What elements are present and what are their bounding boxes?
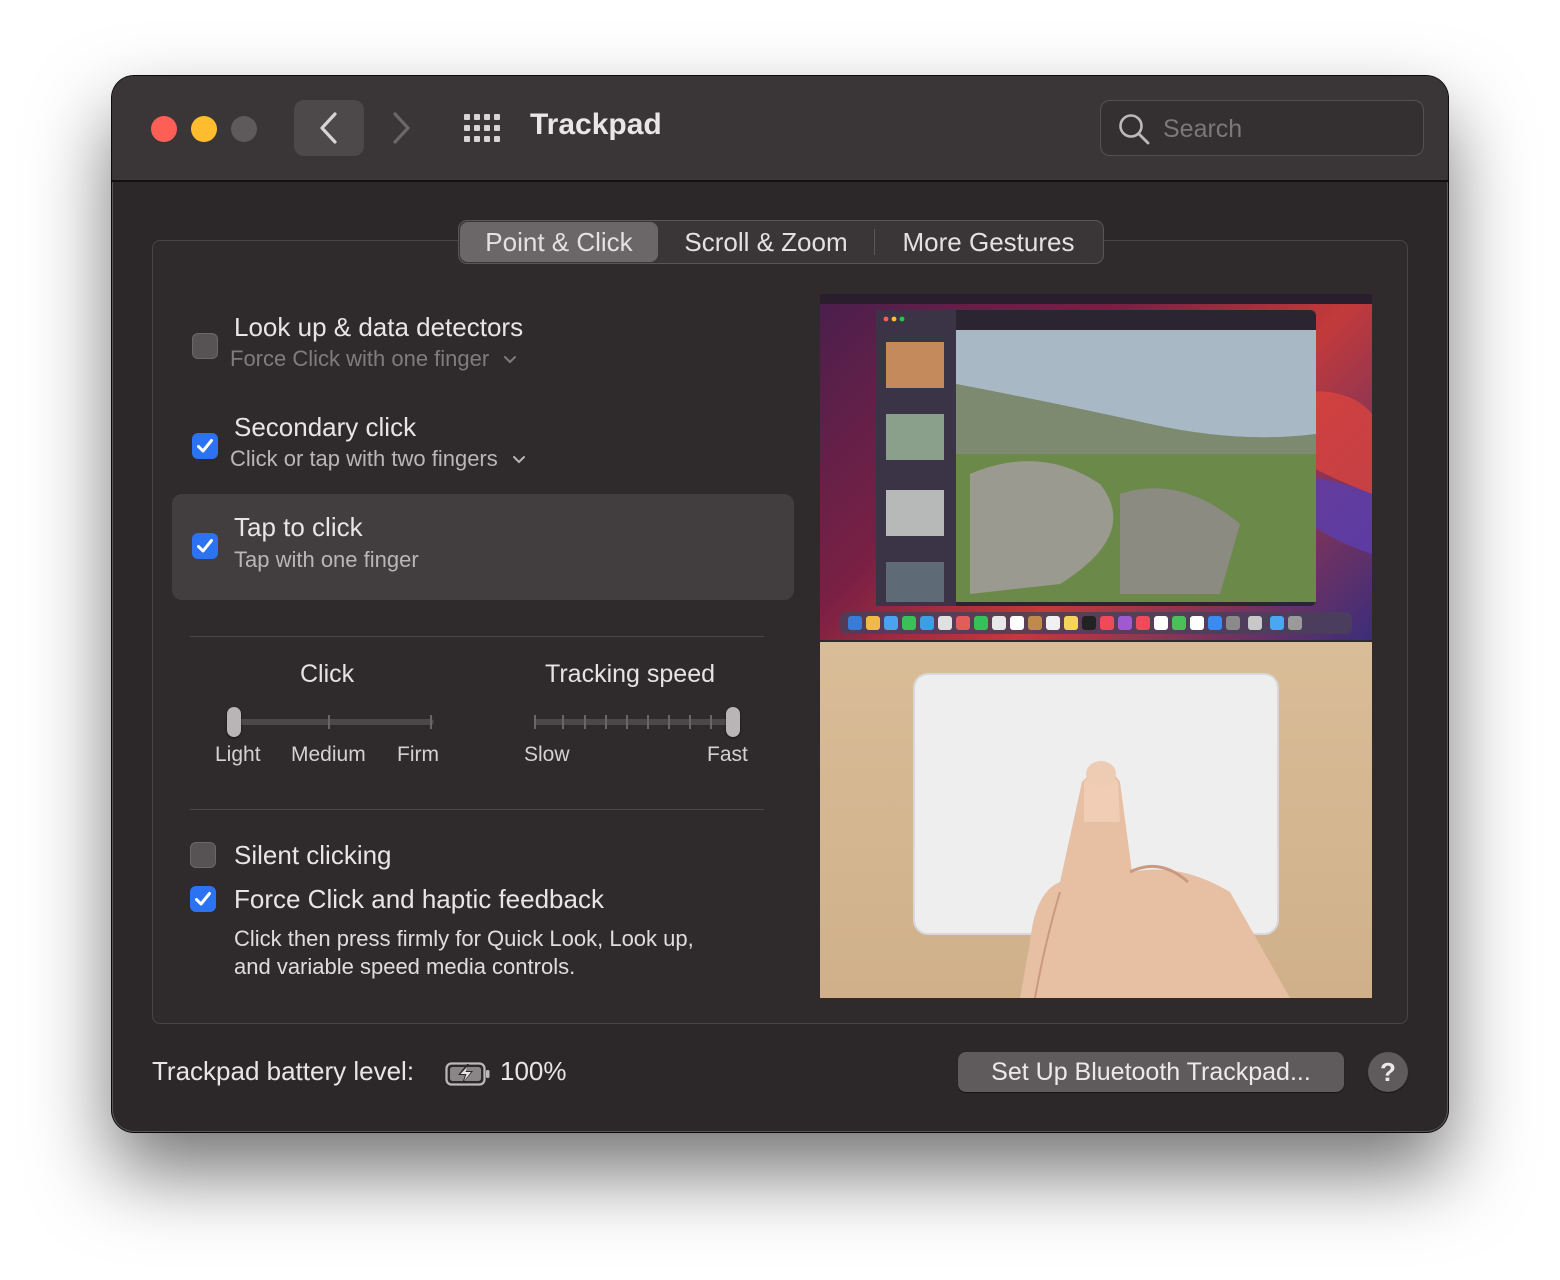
close-button[interactable]: [151, 116, 177, 142]
zoom-button: [231, 116, 257, 142]
click-tick-medium: Medium: [291, 743, 366, 766]
slider-tick: [605, 715, 607, 729]
secondary-click-gesture-value: Click or tap with two fingers: [230, 446, 498, 471]
tap-to-click-sub: Tap with one finger: [234, 547, 419, 572]
force-click-description-line1: Click then press firmly for Quick Look, …: [234, 926, 694, 951]
chevron-left-icon: [320, 112, 337, 144]
gesture-preview-screen: [820, 294, 1372, 640]
tracking-max-label: Fast: [707, 743, 748, 766]
desktop-preview-illustration: [820, 294, 1372, 634]
divider: [190, 809, 764, 810]
gesture-preview-video: [820, 642, 1372, 998]
tab-scroll-zoom[interactable]: Scroll & Zoom: [658, 222, 874, 262]
click-slider-label: Click: [300, 660, 355, 688]
force-click-label: Force Click and haptic feedback: [234, 884, 604, 914]
tab-point-click[interactable]: Point & Click: [460, 222, 658, 262]
trackpad-hand-illustration: [913, 673, 1290, 998]
checkmark-icon: [195, 892, 211, 906]
slider-tick: [562, 715, 564, 729]
slider-tick: [626, 715, 628, 729]
checkmark-icon: [197, 439, 213, 453]
silent-clicking-label: Silent clicking: [234, 840, 392, 870]
secondary-click-checkbox[interactable]: [192, 433, 218, 459]
tab-more-gestures[interactable]: More Gestures: [875, 222, 1101, 262]
battery-charging-icon: [445, 1062, 490, 1086]
trackpad-preferences-window: Trackpad Point & Click Scroll & Zoom Mor…: [112, 76, 1448, 1132]
slider-tick: [689, 715, 691, 729]
lookup-checkbox[interactable]: [192, 333, 218, 359]
slider-tick: [710, 715, 712, 729]
force-click-checkbox[interactable]: [190, 886, 216, 912]
force-click-description-line2: and variable speed media controls.: [234, 954, 576, 979]
slider-tick: [584, 715, 586, 729]
checkmark-icon: [197, 539, 213, 553]
lookup-gesture-popup[interactable]: Force Click with one finger: [230, 346, 517, 372]
slider-tick: [430, 715, 432, 729]
search-field[interactable]: [1100, 100, 1424, 156]
tracking-speed-label: Tracking speed: [545, 660, 715, 688]
tracking-slider-track[interactable]: [534, 719, 734, 725]
slider-tick: [668, 715, 670, 729]
show-all-button[interactable]: [462, 112, 502, 144]
slider-tick: [647, 715, 649, 729]
chevron-right-icon: [393, 112, 410, 144]
slider-tick: [534, 715, 536, 729]
window-title: Trackpad: [530, 108, 662, 141]
secondary-click-label: Secondary click: [234, 412, 417, 442]
click-slider-track[interactable]: [230, 719, 434, 725]
chevron-down-icon: [512, 456, 525, 464]
chevron-down-icon: [504, 356, 517, 364]
tracking-min-label: Slow: [524, 743, 570, 766]
search-icon: [1119, 114, 1150, 145]
help-button[interactable]: ?: [1368, 1052, 1408, 1092]
tracking-slider-knob[interactable]: [726, 707, 740, 737]
secondary-click-gesture-popup[interactable]: Click or tap with two fingers: [230, 446, 526, 472]
silent-clicking-checkbox[interactable]: [190, 842, 216, 868]
click-tick-firm: Firm: [397, 743, 439, 766]
setup-bluetooth-trackpad-button[interactable]: Set Up Bluetooth Trackpad...: [958, 1052, 1344, 1092]
tap-to-click-checkbox[interactable]: [192, 533, 218, 559]
back-button[interactable]: [294, 100, 364, 156]
grid-icon: [464, 114, 500, 142]
tap-to-click-label: Tap to click: [234, 512, 363, 542]
battery-level-label: Trackpad battery level:: [152, 1056, 415, 1086]
lookup-gesture-value: Force Click with one finger: [230, 346, 490, 371]
battery-level-value: 100%: [500, 1056, 567, 1086]
title-bar: Trackpad: [112, 76, 1448, 182]
click-slider-knob[interactable]: [227, 707, 241, 737]
forward-button[interactable]: [366, 100, 436, 156]
slider-tick: [328, 715, 330, 729]
divider: [190, 636, 764, 637]
lookup-label: Look up & data detectors: [234, 312, 524, 342]
minimize-button[interactable]: [191, 116, 217, 142]
tab-bar: Point & Click Scroll & Zoom More Gesture…: [458, 220, 1104, 264]
search-input[interactable]: [1161, 111, 1415, 147]
click-tick-light: Light: [215, 743, 261, 766]
